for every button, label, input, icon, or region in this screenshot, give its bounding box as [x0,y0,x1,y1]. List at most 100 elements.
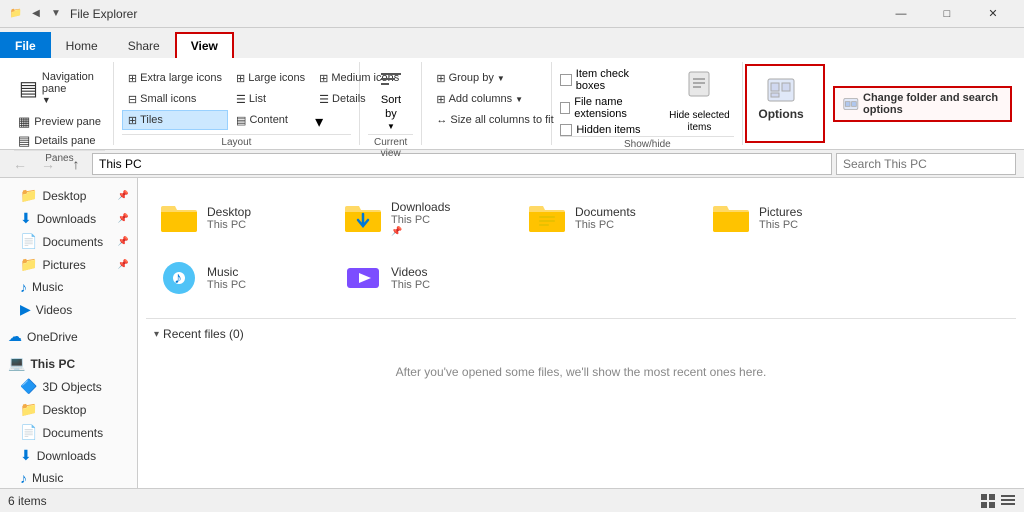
folder-pictures-sub: This PC [759,219,802,231]
desktop-pc-label: Desktop [42,403,86,417]
pin-icon-pic: 📌 [118,259,129,270]
sidebar-item-documents-pc[interactable]: 📄 Documents [0,421,137,444]
list-btn[interactable]: ☰ List [230,89,311,109]
music-pc-label: Music [32,471,63,485]
change-folder-area: Change folder and search options [827,62,1018,145]
options-label: Options [758,107,803,121]
tab-file[interactable]: File [0,32,51,58]
details-pane-button[interactable]: ▤ Details pane [14,132,105,150]
small-icons-icon: ⊟ [128,93,137,106]
svg-text:♪: ♪ [174,270,182,287]
current-view-label: Current view [368,134,413,159]
tab-view[interactable]: View [175,32,234,58]
item-count-label: 6 items [8,494,47,508]
sort-group: Sort by ▼ Current view [360,62,422,145]
sort-by-button[interactable]: Sort by ▼ [368,64,414,134]
pin-icon: 📌 [118,190,129,201]
layout-group: ⊞ Extra large icons ⊟ Small icons ⊞ Tile… [114,62,360,145]
music-pc-icon: ♪ [20,470,27,486]
details-pane-icon: ▤ [18,133,30,149]
quick-access-fwd[interactable]: ▼ [48,6,64,22]
downloads-pc-icon: ⬇ [20,447,32,464]
navigation-pane-button[interactable]: ▤ Navigation pane ▼ [14,68,105,112]
ribbon-tabs: File Home Share View [0,28,1024,58]
this-pc-icon: 💻 [8,355,25,372]
hidden-items-box [560,124,572,136]
sidebar-item-music-pc[interactable]: ♪ Music [0,467,137,488]
folder-pictures-name: Pictures [759,205,802,219]
sidebar-item-onedrive[interactable]: ☁ OneDrive [0,325,137,348]
show-hide-content: Item check boxes File name extensions Hi… [560,64,734,136]
folder-tile-downloads[interactable]: Downloads This PC 📌 [334,190,514,246]
folder-tile-documents[interactable]: Documents This PC [518,190,698,246]
hide-selected-icon [685,70,713,106]
preview-pane-button[interactable]: ▦ Preview pane [14,113,105,131]
sidebar-item-this-pc[interactable]: 💻 This PC [0,352,137,375]
sidebar-item-3d-objects[interactable]: 🔷 3D Objects [0,375,137,398]
item-checkboxes-toggle[interactable]: Item check boxes [560,68,656,92]
options-button[interactable]: Options [749,68,812,128]
tiles-icon: ⊞ [128,114,137,127]
search-bar[interactable] [836,153,1016,175]
tiles-btn[interactable]: ⊞ Tiles [122,110,228,130]
hidden-items-toggle[interactable]: Hidden items [560,124,656,136]
maximize-button[interactable]: □ [924,0,970,28]
content-btn[interactable]: ▤ Content [230,110,311,130]
recent-files-section: ▾ Recent files (0) After you've opened s… [146,318,1016,399]
folder-documents-name: Documents [575,205,636,219]
desktop-pc-icon: 📁 [20,401,37,418]
desktop-quick-icon: 📁 [20,187,37,204]
address-bar[interactable] [92,153,832,175]
sidebar-item-desktop-pc[interactable]: 📁 Desktop [0,398,137,421]
small-icons-btn[interactable]: ⊟ Small icons [122,89,228,109]
sidebar-item-videos-quick[interactable]: ▶ Videos [0,298,137,321]
large-icons-btn[interactable]: ⊞ Large icons [230,68,311,88]
add-columns-label: Add columns [449,93,513,105]
folder-downloads-icon [343,198,383,238]
medium-icons-icon: ⊞ [319,72,328,85]
sort-content: Sort by ▼ [368,64,414,134]
change-folder-button[interactable]: Change folder and search options [833,86,1012,122]
quick-access-back[interactable]: ◀ [28,6,44,22]
show-hide-group: Item check boxes File name extensions Hi… [552,62,743,145]
folder-tile-videos[interactable]: Videos This PC [334,250,514,306]
folder-tile-music[interactable]: ♪ Music This PC [150,250,330,306]
file-extensions-label: File name extensions [574,96,656,120]
large-icons-view-btn[interactable] [980,493,996,509]
folder-documents-icon [527,198,567,238]
file-extensions-toggle[interactable]: File name extensions [560,96,656,120]
folder-music-info: Music This PC [207,265,246,291]
sidebar-item-downloads-quick[interactable]: ⬇ Downloads 📌 [0,207,137,230]
hidden-items-label: Hidden items [576,124,640,136]
add-columns-button[interactable]: ⊞ Add columns ▼ [430,89,559,109]
3d-objects-icon: 🔷 [20,378,37,395]
options-icon [766,75,796,105]
sidebar-item-downloads-pc[interactable]: ⬇ Downloads [0,444,137,467]
extra-large-icons-btn[interactable]: ⊞ Extra large icons [122,68,228,88]
downloads-pc-label: Downloads [37,449,96,463]
size-all-columns-button[interactable]: ↔ Size all columns to fit [430,110,559,130]
recent-files-empty: After you've opened some files, we'll sh… [146,345,1016,399]
details-view-btn[interactable] [1000,493,1016,509]
layout-label: Layout [122,134,351,148]
close-button[interactable]: ✕ [970,0,1016,28]
recent-collapse-icon: ▾ [154,329,159,340]
folder-music-sub: This PC [207,279,246,291]
folder-desktop-icon [159,198,199,238]
recent-files-header[interactable]: ▾ Recent files (0) [146,323,1016,345]
item-checkboxes-label: Item check boxes [576,68,657,92]
folder-documents-info: Documents This PC [575,205,636,231]
minimize-button[interactable]: — [878,0,924,28]
folder-tile-pictures[interactable]: Pictures This PC [702,190,882,246]
sidebar-item-pictures-quick[interactable]: 📁 Pictures 📌 [0,253,137,276]
group-by-button[interactable]: ⊞ Group by ▼ [430,68,559,88]
folder-tile-desktop[interactable]: Desktop This PC [150,190,330,246]
sidebar-item-documents-quick[interactable]: 📄 Documents 📌 [0,230,137,253]
nav-bar: ← → ↑ [0,150,1024,178]
sidebar-item-desktop-quick[interactable]: 📁 Desktop 📌 [0,184,137,207]
tab-home[interactable]: Home [51,32,113,58]
tab-share[interactable]: Share [113,32,175,58]
sidebar-item-music-quick[interactable]: ♪ Music [0,276,137,298]
preview-pane-label: Preview pane [34,116,101,128]
pin-icon-dl: 📌 [118,213,129,224]
